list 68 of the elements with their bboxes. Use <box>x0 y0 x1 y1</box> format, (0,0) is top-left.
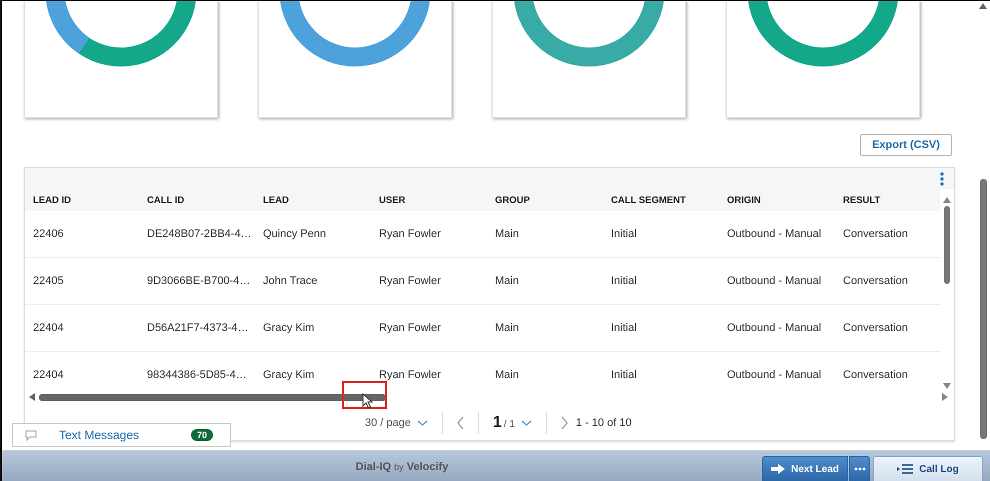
table-cell-text: Outbound - Manual <box>727 369 822 381</box>
table-cell-text: Ryan Fowler <box>379 275 442 287</box>
column-header[interactable]: USER <box>379 194 495 206</box>
scroll-right-icon[interactable] <box>942 393 948 401</box>
column-header[interactable]: LEAD <box>263 194 379 206</box>
call-log-button[interactable]: Call Log <box>873 456 983 481</box>
table-cell-text: 9D3066BE-B700-4… <box>147 275 252 287</box>
column-header[interactable]: CALL SEGMENT <box>611 194 727 206</box>
table-cell-text: John Trace <box>263 275 318 287</box>
table-cell-text: Initial <box>611 228 638 240</box>
previous-page-button[interactable] <box>456 416 464 430</box>
column-header[interactable]: CALL ID <box>147 194 263 206</box>
table-cell-text: Ryan Fowler <box>379 322 442 334</box>
column-header[interactable]: GROUP <box>495 194 611 206</box>
table-cell-text: Main <box>495 228 520 240</box>
table-cell-text: Main <box>495 322 520 334</box>
table-cell-text: 98344386-5D85-4… <box>147 369 248 381</box>
table-cell-text: D56A21F7-4373-4… <box>147 322 250 334</box>
table-cell-text: Gracy Kim <box>263 322 316 334</box>
scroll-up-icon[interactable] <box>979 3 987 9</box>
highlight-frame <box>342 381 387 409</box>
arrow-icon <box>771 464 786 474</box>
table-cell-text: Main <box>495 275 520 287</box>
scroll-left-icon[interactable] <box>29 393 35 401</box>
table-cell-text: Initial <box>611 369 638 381</box>
table-cell-text: Initial <box>611 275 638 287</box>
brand-label: Dial-IQ by Velocify <box>354 460 450 472</box>
table-cell-text: DE248B07-2BB4-4… <box>147 228 253 240</box>
table-cell-text: Conversation <box>843 322 909 334</box>
table-cell-text: Main <box>495 369 520 381</box>
table-cell-text: Initial <box>611 322 638 334</box>
table-cell-text: Conversation <box>843 369 909 381</box>
table-cell-text: Outbound - Manual <box>727 228 822 240</box>
scrollbar-thumb[interactable] <box>944 206 950 284</box>
chevron-down-icon <box>520 420 532 426</box>
chat-icon <box>25 430 37 440</box>
page-select[interactable]: 1/ 1 <box>492 414 532 432</box>
column-header[interactable]: ORIGIN <box>727 194 843 206</box>
dots-icon <box>854 467 866 471</box>
next-lead-button[interactable]: Next Lead <box>762 456 848 481</box>
table-cell-text: Outbound - Manual <box>727 275 822 287</box>
more-menu-icon[interactable] <box>940 172 944 186</box>
table-cell-text: Conversation <box>843 228 909 240</box>
scroll-up-icon[interactable] <box>943 197 951 203</box>
table-cell-text: Quincy Penn <box>263 228 327 240</box>
table-cell-text: Conversation <box>843 275 909 287</box>
table-cell-text: 22405 <box>33 275 65 287</box>
table-cell-text: 22404 <box>33 369 65 381</box>
column-header[interactable]: LEAD ID <box>33 194 147 206</box>
chevron-down-icon <box>416 420 428 426</box>
table-cell-text: 22406 <box>33 228 65 240</box>
table-cell-text: Ryan Fowler <box>379 228 442 240</box>
page-range: 1 - 10 of 10 <box>576 417 632 429</box>
table-cell-text: 22404 <box>33 322 65 334</box>
page-size-select[interactable]: 30 / page <box>365 417 428 429</box>
export-button[interactable]: Export (CSV) <box>860 134 952 156</box>
more-button[interactable] <box>849 456 870 481</box>
table-cell-text: Ryan Fowler <box>379 369 442 381</box>
list-icon <box>897 464 914 474</box>
cursor-icon <box>362 393 373 409</box>
scroll-down-icon[interactable] <box>943 383 951 389</box>
text-messages-button[interactable]: Text Messages 70 <box>12 423 231 447</box>
table-cell-text: Outbound - Manual <box>727 322 822 334</box>
scrollbar-thumb[interactable] <box>980 179 986 439</box>
next-page-button[interactable] <box>560 416 568 430</box>
table-cell-text: Gracy Kim <box>263 369 316 381</box>
scrollbar-thumb[interactable] <box>39 394 386 401</box>
column-header[interactable]: RESULT <box>843 194 940 206</box>
